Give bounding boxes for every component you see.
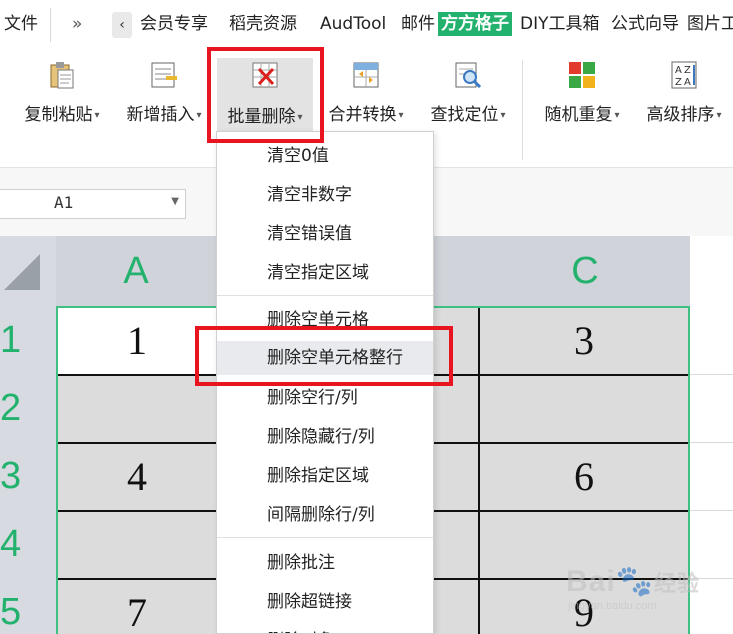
random-repeat-button[interactable]: 随机重复 ▾ [538, 60, 626, 127]
watermark-brand-2: 经验 [654, 571, 701, 596]
menu-divider [217, 537, 433, 538]
svg-text:A: A [684, 77, 691, 88]
cell-a4[interactable] [58, 512, 216, 578]
select-all-corner[interactable] [0, 236, 56, 306]
watermark-brand: Bai [566, 565, 616, 598]
chevron-down-icon[interactable]: ▼ [171, 196, 179, 207]
menu-item-clear-errors[interactable]: 清空错误值 [217, 217, 433, 251]
svg-text:A: A [675, 65, 682, 76]
find-locate-button[interactable]: 查找定位 ▾ [424, 60, 512, 127]
dropdown-caret-icon: ▾ [398, 110, 404, 121]
dropdown-caret-icon: ▾ [716, 110, 722, 121]
sort-az-icon: AZZA [669, 60, 699, 90]
menu-item-delete-comments[interactable]: 删除批注 [217, 546, 433, 580]
row-header-5[interactable]: 5 [0, 578, 56, 634]
tab-fangfang-gezi[interactable]: 方方格子 [438, 12, 512, 36]
name-box-value: A1 [54, 193, 74, 212]
dropdown-caret-icon: ▾ [297, 112, 303, 123]
find-locate-label: 查找定位 [430, 105, 499, 125]
menu-item-clear-range[interactable]: 清空指定区域 [217, 256, 433, 290]
clipboard-icon [47, 60, 77, 90]
merge-convert-button[interactable]: 合并转换 ▾ [322, 60, 410, 127]
menu-item-delete-empty-rows-cols[interactable]: 删除空行/列 [217, 381, 433, 415]
svg-text:Z: Z [675, 77, 682, 88]
menu-item-delete-hidden-rows-cols[interactable]: 删除隐藏行/列 [217, 420, 433, 454]
row-header-1[interactable]: 1 [0, 306, 56, 374]
menu-item-clear-zero[interactable]: 清空0值 [217, 139, 433, 173]
gridline [690, 442, 733, 443]
menu-item-delete-empty-cell-rows[interactable]: 删除空单元格整行 [217, 341, 433, 375]
menu-item-delete-objects[interactable]: 删除对象 [217, 624, 433, 633]
insert-new-label: 新增插入 [126, 105, 195, 125]
copy-paste-button[interactable]: 复制粘贴 ▾ [18, 60, 106, 127]
batch-delete-menu: 清空0值 清空非数字 清空错误值 清空指定区域 删除空单元格 删除空单元格整行 … [216, 131, 434, 634]
dropdown-caret-icon: ▾ [94, 110, 100, 121]
dropdown-caret-icon: ▾ [196, 110, 202, 121]
insert-icon [149, 60, 179, 90]
row-header-2[interactable]: 2 [0, 374, 56, 442]
cell-a5[interactable]: 7 [58, 580, 216, 634]
more-tabs-icon[interactable]: » [72, 12, 82, 36]
tab-mail[interactable]: 邮件 [401, 12, 435, 36]
copy-paste-label: 复制粘贴 [24, 105, 93, 125]
find-locate-icon [453, 60, 483, 90]
merge-convert-label: 合并转换 [328, 105, 397, 125]
cell-a3[interactable]: 4 [58, 444, 216, 510]
paw-logo-icon: 🐾 [615, 565, 655, 598]
column-header-a[interactable]: A [56, 236, 216, 306]
tab-diy-toolbox[interactable]: DIY工具箱 [520, 12, 600, 36]
dropdown-caret-icon: ▾ [614, 110, 620, 121]
menu-item-delete-hyperlinks[interactable]: 删除超链接 [217, 585, 433, 619]
svg-text:Z: Z [684, 65, 691, 76]
advanced-sort-button[interactable]: AZZA 高级排序 ▾ [640, 60, 728, 127]
tab-formula-wizard[interactable]: 公式向导 [611, 12, 679, 36]
cell-border [478, 308, 480, 634]
cell-b-column[interactable] [434, 308, 480, 634]
tab-picture-tools[interactable]: 图片工 [687, 12, 733, 36]
menu-item-clear-non-numeric[interactable]: 清空非数字 [217, 178, 433, 212]
menu-divider [217, 295, 433, 296]
watermark: Bai🐾经验 jingyan.baidu.com [566, 558, 726, 618]
gridline [690, 374, 733, 375]
random-repeat-label: 随机重复 [544, 105, 613, 125]
tab-member[interactable]: 会员专享 [140, 12, 208, 36]
watermark-url: jingyan.baidu.com [568, 600, 657, 612]
menu-item-interval-delete[interactable]: 间隔删除行/列 [217, 498, 433, 532]
select-all-triangle-icon [4, 254, 40, 290]
delete-batch-icon [250, 60, 280, 90]
name-box[interactable]: A1 ▼ [0, 189, 186, 219]
cell-c3[interactable]: 6 [480, 444, 688, 510]
random-repeat-icon [567, 60, 597, 90]
batch-delete-button[interactable]: 批量删除 ▾ [217, 58, 313, 134]
tab-docer[interactable]: 稻壳资源 [229, 12, 297, 36]
insert-new-button[interactable]: 新增插入 ▾ [120, 60, 208, 127]
row-header-3[interactable]: 3 [0, 442, 56, 510]
menu-item-delete-range[interactable]: 删除指定区域 [217, 459, 433, 493]
merge-convert-icon [351, 60, 381, 90]
dropdown-caret-icon: ▾ [500, 110, 506, 121]
menu-item-delete-empty-cells[interactable]: 删除空单元格 [217, 303, 433, 337]
column-header-b[interactable] [434, 236, 480, 306]
tab-divider [50, 8, 51, 42]
advanced-sort-label: 高级排序 [646, 105, 715, 125]
scroll-left-icon[interactable]: ‹ [112, 12, 132, 38]
cell-a1[interactable]: 1 [58, 308, 216, 374]
cell-a2[interactable] [58, 376, 216, 442]
cell-c2[interactable] [480, 376, 688, 442]
batch-delete-label: 批量删除 [227, 107, 296, 127]
tab-file[interactable]: 文件 [4, 12, 38, 36]
cell-c1[interactable]: 3 [480, 308, 688, 374]
ribbon-tab-bar: 文件 » ‹ 会员专享 稻壳资源 AudTool 邮件 方方格子 DIY工具箱 … [0, 0, 733, 52]
tab-audtool[interactable]: AudTool [320, 12, 386, 36]
ribbon-group-divider [522, 60, 523, 160]
column-header-c[interactable]: C [480, 236, 690, 306]
row-header-4[interactable]: 4 [0, 510, 56, 578]
gridline [690, 510, 733, 511]
